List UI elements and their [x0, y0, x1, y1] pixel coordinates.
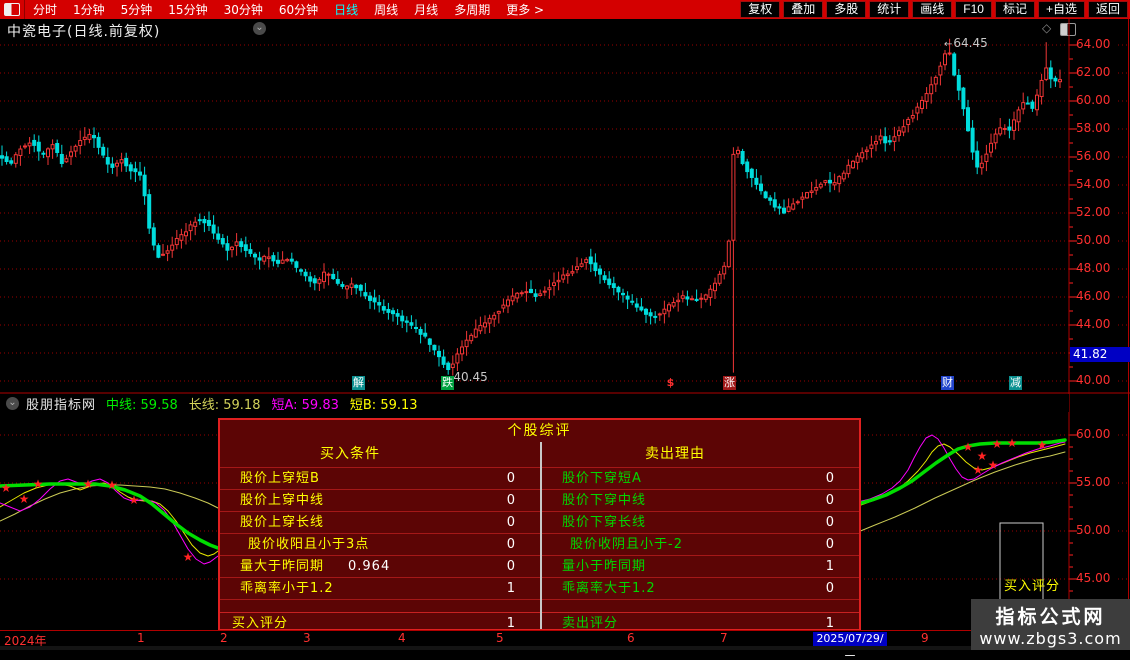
month-label: 4: [398, 631, 406, 645]
fuquan-button[interactable]: 复权: [740, 1, 781, 18]
collapse-chevron-icon[interactable]: ⌄: [6, 396, 19, 410]
highlighted-date-label: 2025/07/29/二: [813, 632, 887, 659]
price-axis-label: 48.00: [1076, 261, 1111, 275]
tab-period-30min[interactable]: 30分钟: [216, 1, 271, 18]
sell-reasons-column: 卖出理由 股价下穿短A 0 股价下穿中线 0 股价下穿长线 0 股价收阴且小于-2 0 …: [542, 442, 859, 629]
chevron-down-icon[interactable]: ⌄: [253, 22, 266, 35]
multi-stock-button[interactable]: 多股: [826, 1, 867, 18]
toolbar-right-buttons: 复权 叠加 多股 统计 画线 F10 标记 +自选 返回: [737, 1, 1130, 18]
tab-period-multi[interactable]: 多周期: [446, 1, 498, 18]
event-marker-财[interactable]: 财: [941, 376, 954, 390]
tab-period-more[interactable]: 更多 >: [498, 1, 552, 18]
month-label: 6: [627, 631, 635, 645]
month-label: 2: [220, 631, 228, 645]
buy-row: 股价上穿长线 0: [220, 511, 540, 533]
price-axis-label: 52.00: [1076, 205, 1111, 219]
event-marker-减[interactable]: 减: [1009, 376, 1022, 390]
bottom-clipped-row: [0, 646, 1130, 650]
diamond-icon: ◇: [1042, 21, 1052, 35]
indicator-axis-label: 60.00: [1076, 427, 1111, 441]
watermark-name: 指标公式网: [995, 606, 1106, 628]
event-marker-解[interactable]: 解: [352, 376, 365, 390]
price-axis-label: 64.00: [1076, 37, 1111, 51]
price-axis-label: 50.00: [1076, 233, 1111, 247]
price-axis-label: 40.00: [1076, 373, 1111, 387]
sell-row: 股价收阴且小于-2 0: [542, 533, 859, 555]
sell-reasons-header: 卖出理由: [645, 446, 705, 462]
tab-period-fenshi[interactable]: 分时: [25, 1, 65, 18]
month-label: 5: [496, 631, 504, 645]
event-marker-涨[interactable]: 涨: [723, 376, 736, 390]
panel-toggle-icon[interactable]: [1060, 23, 1076, 36]
table-title: 个股综评: [507, 423, 572, 439]
period-toolbar: 分时 1分钟 5分钟 15分钟 30分钟 60分钟 日线 周线 月线 多周期 更…: [0, 0, 1130, 19]
buy-score-row: 买入评分 1: [220, 612, 540, 629]
tab-period-5min[interactable]: 5分钟: [113, 1, 161, 18]
price-axis-label: 58.00: [1076, 121, 1111, 135]
month-label: 3: [303, 631, 311, 645]
price-axis-label: 60.00: [1076, 93, 1111, 107]
tab-period-60min[interactable]: 60分钟: [271, 1, 326, 18]
indicator-value-longline: 长线: 59.18: [188, 397, 261, 413]
price-axis-label: 62.00: [1076, 65, 1111, 79]
main-candlestick-area[interactable]: [0, 38, 1069, 393]
indicator-header: ⌄ 股朋指标网 中线: 59.58 长线: 59.18 短A: 59.83 短B…: [0, 394, 1069, 413]
panel-toggle-icon: [4, 3, 20, 16]
stock-evaluation-table: 个股综评 买入条件 股价上穿短B 0 股价上穿中线 0 股价上穿长线 0 股价收阳且小…: [218, 418, 861, 631]
f10-button[interactable]: F10: [955, 1, 992, 18]
tab-period-daily[interactable]: 日线: [326, 1, 366, 18]
tab-period-monthly[interactable]: 月线: [406, 1, 446, 18]
watermark-url: www.zbgs3.com: [979, 629, 1122, 648]
site-watermark: 指标公式网 www.zbgs3.com: [971, 599, 1130, 650]
buy-row: 乖离率小于1.2 1: [220, 577, 540, 600]
month-label: 7: [720, 631, 728, 645]
time-axis: 2024年 2025/07/29/二: [0, 630, 1130, 659]
stock-trading-app: 分时 1分钟 5分钟 15分钟 30分钟 60分钟 日线 周线 月线 多周期 更…: [0, 0, 1130, 659]
indicator-value-shortB: 短B: 59.13: [349, 397, 418, 413]
indicator-axis-label: 50.00: [1076, 523, 1111, 537]
buy-conditions-header: 买入条件: [320, 446, 380, 462]
sell-row: 乖离率大于1.2 0: [542, 577, 859, 600]
add-favorite-button[interactable]: +自选: [1037, 1, 1085, 18]
back-button[interactable]: 返回: [1087, 1, 1128, 18]
buy-row: 股价上穿中线 0: [220, 489, 540, 511]
tab-period-weekly[interactable]: 周线: [366, 1, 406, 18]
last-price-badge: 41.82: [1070, 347, 1130, 362]
buy-row: 股价上穿短B 0: [220, 467, 540, 489]
buy-score-bar-label: 买入评分: [1004, 579, 1061, 594]
sell-row: 股价下穿长线 0: [542, 511, 859, 533]
indicator-axis-label: 45.00: [1076, 571, 1111, 585]
buy-conditions-column: 买入条件 股价上穿短B 0 股价上穿中线 0 股价上穿长线 0 股价收阳且小于3点 0 …: [220, 442, 540, 629]
buy-row: 量大于昨同期 0.964 0: [220, 555, 540, 577]
sell-row: 量小于昨同期 1: [542, 555, 859, 577]
sell-score-row: 卖出评分 1: [542, 612, 859, 629]
window-layout-button[interactable]: [0, 0, 25, 19]
price-axis-label: 54.00: [1076, 177, 1111, 191]
draw-line-button[interactable]: 画线: [912, 1, 953, 18]
tab-period-15min[interactable]: 15分钟: [160, 1, 215, 18]
event-marker-跌[interactable]: 跌: [441, 376, 454, 390]
month-label: 9: [921, 631, 929, 645]
month-label: 1: [137, 631, 145, 645]
tab-period-1min[interactable]: 1分钟: [65, 1, 113, 18]
statistics-button[interactable]: 统计: [869, 1, 910, 18]
indicator-value-shortA: 短A: 59.83: [271, 397, 339, 413]
indicator-name: 股朋指标网: [26, 397, 97, 413]
price-axis-label: 46.00: [1076, 289, 1111, 303]
indicator-value-midline: 中线: 59.58: [106, 397, 178, 413]
mark-button[interactable]: 标记: [994, 1, 1035, 18]
indicator-axis-label: 55.00: [1076, 475, 1111, 489]
price-axis-label: 56.00: [1076, 149, 1111, 163]
overlay-button[interactable]: 叠加: [783, 1, 824, 18]
sell-row: 股价下穿短A 0: [542, 467, 859, 489]
sell-row: 股价下穿中线 0: [542, 489, 859, 511]
price-axis-label: 44.00: [1076, 317, 1111, 331]
event-marker-$[interactable]: $: [664, 376, 677, 390]
high-price-label: 64.45: [944, 36, 987, 50]
buy-row: 股价收阳且小于3点 0: [220, 533, 540, 555]
